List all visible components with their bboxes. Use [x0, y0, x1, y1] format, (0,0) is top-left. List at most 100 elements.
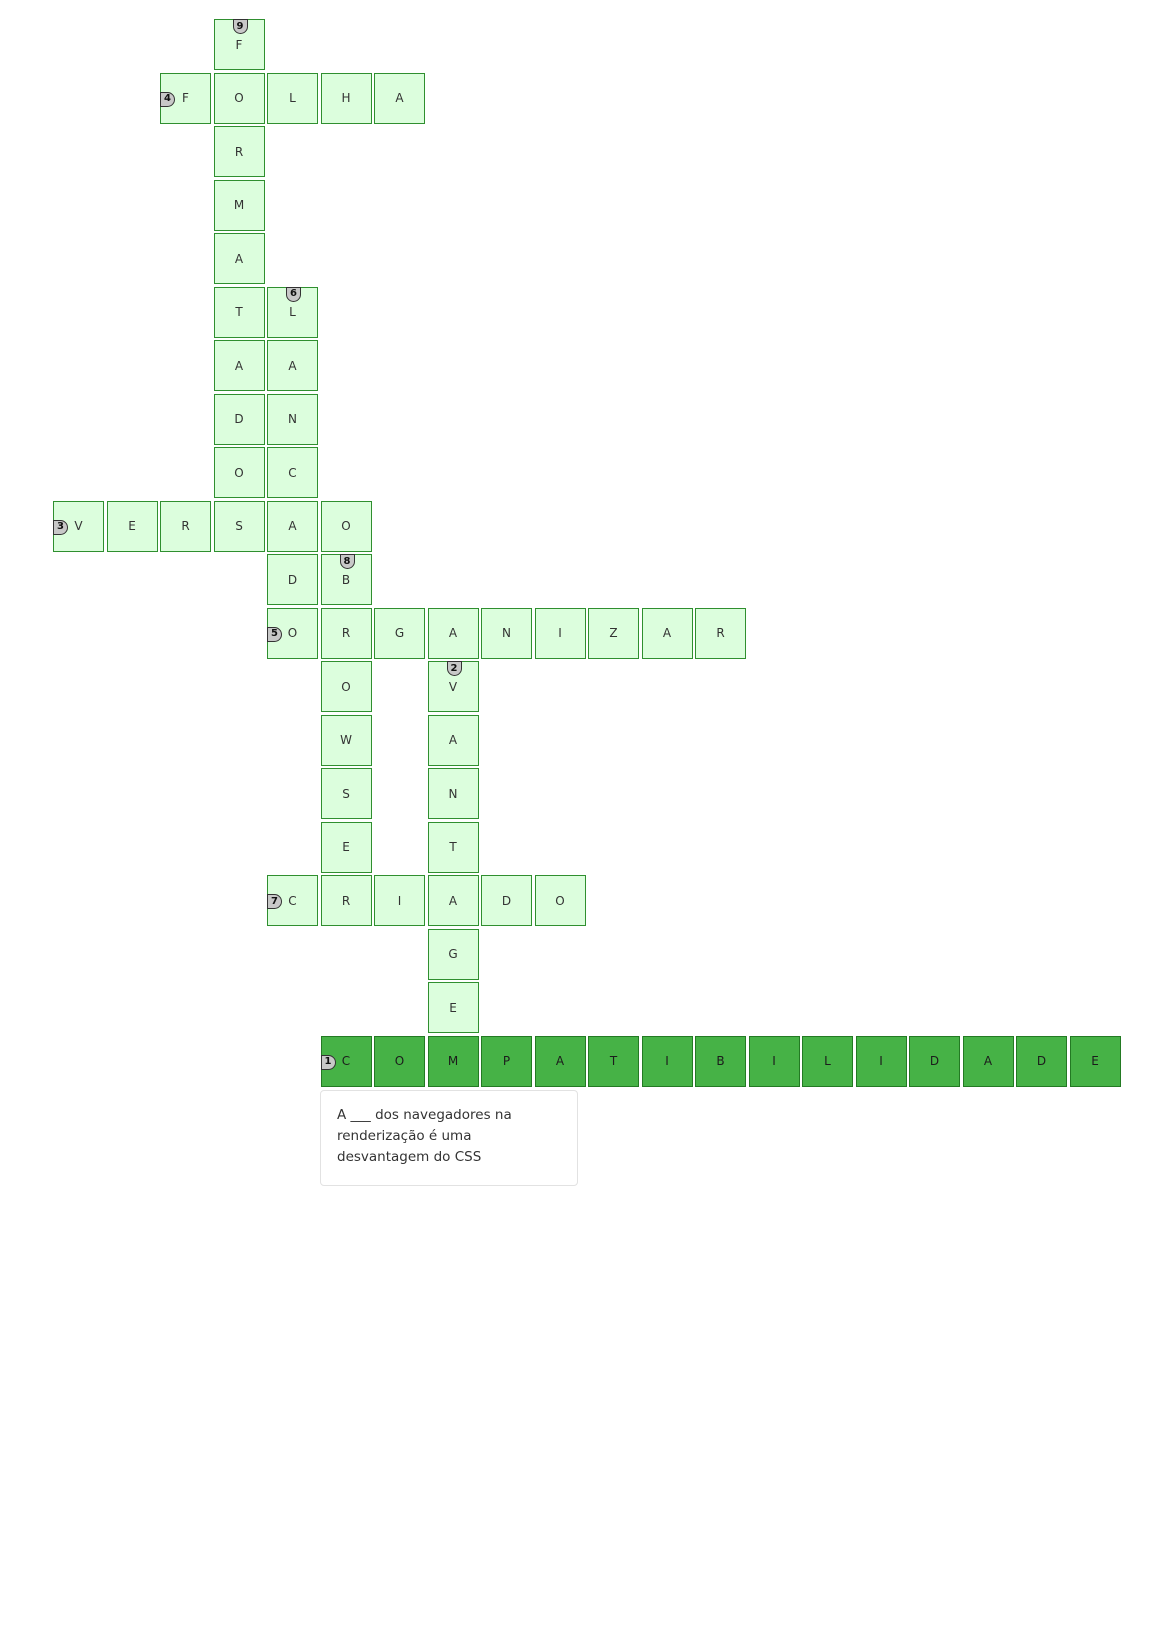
crossword-cell[interactable]: C — [267, 447, 318, 498]
cell-letter: D — [501, 893, 512, 908]
crossword-cell[interactable]: A — [962, 1035, 1014, 1087]
cell-letter: T — [235, 305, 243, 319]
crossword-cell[interactable]: S — [213, 500, 265, 552]
crossword-cell[interactable]: R — [695, 607, 746, 659]
crossword-cell[interactable]: A — [213, 233, 265, 284]
crossword-cell[interactable]: R — [160, 500, 211, 552]
cell-letter: V — [74, 519, 83, 533]
crossword-cell[interactable]: O — [213, 72, 265, 124]
crossword-cell[interactable]: N — [267, 393, 318, 445]
crossword-cell[interactable]: F4 — [160, 72, 211, 124]
crossword-cell[interactable]: G — [427, 928, 479, 980]
crossword-cell[interactable]: A — [641, 607, 693, 659]
crossword-cell[interactable]: D — [909, 1035, 960, 1087]
crossword-cell[interactable]: P — [481, 1035, 532, 1087]
cell-letter: A — [234, 358, 244, 373]
crossword-cell[interactable]: Z — [588, 607, 639, 659]
cell-letter: O — [341, 519, 351, 533]
crossword-cell[interactable]: R — [213, 126, 265, 177]
crossword-cell[interactable]: B8 — [320, 554, 372, 605]
crossword-cell[interactable]: L — [802, 1035, 853, 1087]
crossword-cell[interactable]: D — [213, 393, 265, 445]
cell-letter: S — [235, 519, 243, 533]
cell-letter: I — [772, 1054, 776, 1068]
crossword-cell[interactable]: V2 — [427, 661, 479, 712]
crossword-cell[interactable]: S — [320, 768, 372, 819]
cell-letter: O — [234, 91, 244, 105]
crossword-cell[interactable]: D — [1016, 1035, 1067, 1087]
crossword-cell[interactable]: B — [695, 1035, 746, 1087]
cell-letter: D — [929, 1054, 940, 1068]
crossword-cell[interactable]: A — [267, 500, 318, 552]
crossword-cell[interactable]: H — [320, 72, 372, 124]
clue-number-badge: 8 — [339, 554, 355, 569]
cell-letter: C — [288, 893, 297, 908]
cell-letter: L — [289, 91, 296, 105]
crossword-cell[interactable]: L6 — [267, 286, 318, 338]
crossword-cell[interactable]: O — [213, 447, 265, 498]
clue-number-badge: 3 — [53, 519, 68, 535]
cell-letter: A — [448, 733, 458, 747]
crossword-cell[interactable]: A — [267, 340, 318, 391]
crossword-cell[interactable]: I — [374, 875, 425, 926]
crossword-cell[interactable]: A — [534, 1035, 586, 1087]
cell-letter: I — [879, 1054, 883, 1068]
crossword-cell[interactable]: A — [374, 72, 425, 124]
cell-letter: A — [234, 251, 244, 266]
crossword-cell[interactable]: N — [481, 607, 532, 659]
crossword-cell[interactable]: A — [427, 607, 479, 659]
crossword-cell[interactable]: L — [267, 72, 318, 124]
cell-letter: A — [448, 626, 458, 640]
cell-letter: O — [394, 1054, 405, 1068]
crossword-cell[interactable]: E — [1069, 1035, 1121, 1087]
cell-letter: S — [342, 786, 350, 801]
crossword-cell[interactable]: C7 — [267, 875, 318, 926]
crossword-cell[interactable]: I — [534, 607, 586, 659]
crossword-cell[interactable]: T — [427, 821, 479, 873]
crossword-cell[interactable]: N — [427, 768, 479, 819]
cell-letter: E — [1091, 1054, 1099, 1068]
cell-letter: A — [983, 1054, 993, 1068]
crossword-cell[interactable]: T — [213, 286, 265, 338]
clue-number-badge: 6 — [286, 286, 301, 302]
crossword-cell[interactable]: E — [320, 821, 372, 873]
cell-letter: E — [449, 1000, 457, 1015]
cell-letter: R — [716, 626, 725, 640]
crossword-board: C1OMPATIBILIDADEV2ANTAGEV3ERSAOF4OLHAO5R… — [0, 0, 1169, 1652]
crossword-cell[interactable]: I — [855, 1035, 907, 1087]
crossword-cell[interactable]: W — [320, 714, 372, 766]
crossword-cell[interactable]: G — [374, 607, 425, 659]
crossword-cell[interactable]: R — [320, 607, 372, 659]
cell-letter: V — [448, 679, 458, 694]
crossword-cell[interactable]: O — [320, 661, 372, 712]
cell-letter: T — [449, 840, 457, 854]
cell-letter: A — [662, 626, 672, 640]
crossword-cell[interactable]: F9 — [213, 19, 265, 70]
crossword-cell[interactable]: O — [374, 1035, 425, 1087]
crossword-cell[interactable]: O — [320, 500, 372, 552]
crossword-cell[interactable]: A — [213, 340, 265, 391]
crossword-cell[interactable]: C1 — [320, 1035, 372, 1087]
crossword-cell[interactable]: I — [641, 1035, 693, 1087]
crossword-cell[interactable]: D — [267, 554, 318, 605]
crossword-cell[interactable]: I — [748, 1035, 800, 1087]
cell-letter: H — [341, 91, 351, 105]
clue-number-badge: 2 — [446, 661, 462, 676]
crossword-cell[interactable]: E — [106, 500, 158, 552]
clue-text: A ___ dos navegadores na renderização é … — [337, 1107, 512, 1165]
clue-number-badge: 9 — [232, 19, 248, 34]
cell-letter: L — [824, 1054, 831, 1068]
cell-letter: D — [1036, 1054, 1047, 1068]
crossword-cell[interactable]: A — [427, 875, 479, 926]
crossword-cell[interactable]: T — [588, 1035, 639, 1087]
crossword-cell[interactable]: O — [534, 875, 586, 926]
crossword-cell[interactable]: O5 — [267, 607, 318, 659]
crossword-cell[interactable]: R — [320, 875, 372, 926]
crossword-cell[interactable]: M — [213, 179, 265, 231]
crossword-cell[interactable]: V3 — [53, 500, 104, 552]
crossword-cell[interactable]: D — [481, 875, 532, 926]
cell-letter: D — [287, 572, 298, 587]
crossword-cell[interactable]: M — [427, 1035, 479, 1087]
crossword-cell[interactable]: A — [427, 714, 479, 766]
crossword-cell[interactable]: E — [427, 982, 479, 1033]
